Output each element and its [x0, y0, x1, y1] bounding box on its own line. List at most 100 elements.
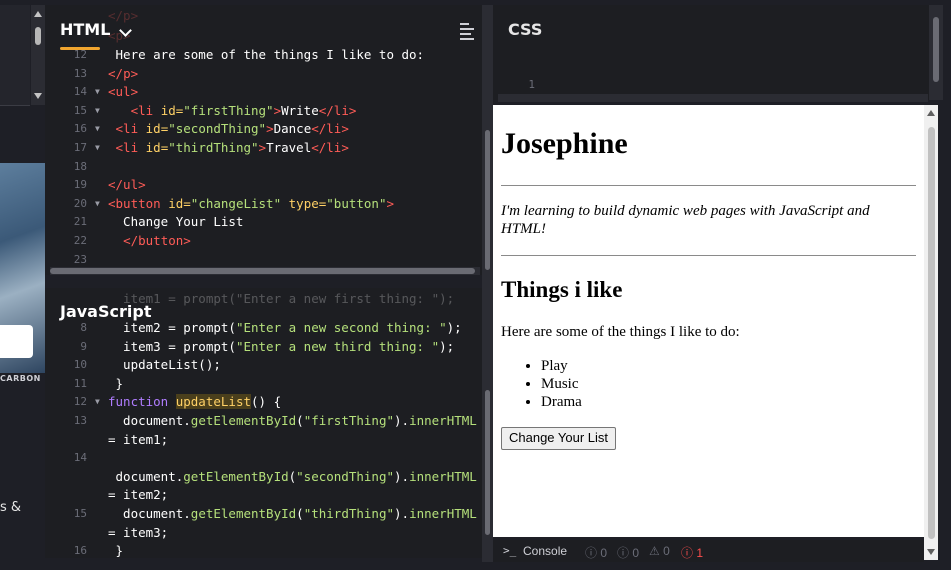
html-editor-pane[interactable]: </p> <p> HTML 12 Here are some of the th… [45, 5, 482, 275]
fold-arrow-icon[interactable]: ▼ [95, 102, 100, 120]
change-list-button[interactable]: Change Your List [501, 427, 617, 450]
preview-frame[interactable]: Josephine I'm learning to build dynamic … [493, 105, 924, 537]
code-text: document.getElementById("firstThing").in… [108, 412, 477, 430]
line-number: 10 [73, 358, 87, 372]
code-token: "firstThing" [183, 102, 274, 118]
code-token: document. [108, 468, 184, 484]
code-token: document. [108, 413, 191, 428]
scroll-thumb[interactable] [485, 130, 490, 270]
line-number: 23 [73, 252, 87, 266]
code-token: ( [296, 413, 304, 428]
faded-code-line: </p> [108, 8, 139, 23]
fold-arrow-icon[interactable]: ▼ [95, 139, 100, 157]
error-count-icon[interactable]: ⓘ 1 [681, 544, 703, 561]
line-number: 14 [73, 451, 87, 465]
css-vertical-scrollbar[interactable] [929, 5, 943, 100]
scroll-thumb[interactable] [928, 127, 935, 539]
code-token: ( [296, 506, 304, 521]
warning-count: 0 [663, 544, 670, 558]
line-number: 21 [73, 215, 87, 229]
fold-arrow-icon[interactable]: ▼ [95, 120, 100, 138]
warning-count-icon[interactable]: ⚠ 0 [649, 544, 670, 558]
divider [501, 185, 916, 186]
css-editor-pane[interactable]: CSS 1 [493, 5, 929, 102]
list-item: Play [541, 357, 582, 375]
preview-list: Play Music Drama [501, 357, 582, 411]
code-token: Travel [266, 140, 312, 155]
code-text: = item2; [108, 486, 168, 504]
scroll-thumb[interactable] [35, 27, 41, 45]
javascript-editor-pane[interactable]: item1 = prompt("Enter a new first thing:… [45, 288, 482, 558]
code-token: item3 = prompt( [108, 338, 236, 354]
console-button[interactable]: Console [523, 544, 567, 558]
scroll-thumb[interactable] [485, 390, 490, 535]
cut-off-text: s & [0, 500, 22, 515]
code-token: "firstThing" [303, 413, 394, 428]
css-pane-title[interactable]: CSS [508, 20, 542, 39]
settings-menu-icon[interactable] [460, 23, 474, 43]
line-number: 19 [73, 178, 87, 192]
code-token: Change Your List [108, 214, 244, 230]
fold-arrow-icon[interactable]: ▼ [95, 393, 100, 411]
code-token: } [108, 375, 124, 391]
html-horizontal-scrollbar[interactable] [50, 267, 480, 275]
scroll-thumb[interactable] [50, 268, 475, 274]
scroll-up-arrow-icon[interactable] [34, 11, 42, 17]
line-number: 20 [73, 196, 87, 210]
fold-arrow-icon[interactable]: ▼ [95, 195, 100, 213]
scroll-up-arrow-icon[interactable] [927, 110, 935, 116]
code-token: </button> [123, 233, 191, 248]
console-bar[interactable]: >_ Console ⓘ 0 ⓘ 0 ⚠ 0 ⓘ 1 [493, 540, 924, 562]
code-token: document. [108, 506, 191, 521]
list-item: Drama [541, 393, 582, 411]
code-token: innerHTML [409, 468, 477, 484]
carbon-ad-label[interactable]: CARBON [0, 374, 41, 383]
code-token: "secondThing" [168, 121, 267, 137]
editor-vertical-scrollbar[interactable] [482, 5, 493, 562]
divider [501, 255, 916, 256]
line-number: 15 [73, 103, 87, 117]
preview-subheading: Things i like [501, 277, 623, 302]
css-line: 1 [493, 58, 535, 91]
code-token: function [108, 394, 176, 410]
scroll-down-arrow-icon[interactable] [927, 549, 935, 555]
line-number: 12 [73, 48, 87, 61]
code-token: <li [130, 102, 161, 118]
code-text: </button> [108, 232, 191, 250]
code-token: Write [281, 102, 319, 118]
code-text: updateList(); [108, 356, 221, 374]
code-token: "Enter a new third thing: " [235, 338, 440, 354]
line-number: 8 [80, 321, 87, 334]
css-horizontal-scrollbar[interactable] [498, 94, 928, 102]
code-token: Dance [273, 121, 312, 137]
code-token: <li [115, 140, 146, 155]
code-token: <ul> [108, 84, 139, 100]
html-pane-title[interactable]: HTML [60, 20, 110, 39]
preview-paragraph: Here are some of the things I like to do… [501, 324, 740, 340]
line-number: 15 [73, 507, 87, 520]
preview-scrollbar[interactable] [924, 105, 938, 560]
code-token: > [130, 65, 139, 81]
code-token: id= [145, 121, 169, 137]
faded-code-line: item1 = prompt("Enter a new first thing:… [108, 291, 455, 306]
code-token: () { [251, 394, 282, 410]
code-token: > [273, 102, 282, 118]
code-token: item2 = prompt( [108, 320, 236, 335]
code-token: </li> [311, 121, 349, 137]
code-text: Here are some of the things I like to do… [108, 46, 425, 64]
info-count-icon[interactable]: ⓘ 0 [585, 544, 607, 561]
code-text: item2 = prompt("Enter a new second thing… [108, 319, 462, 337]
code-token: getElementById [190, 413, 297, 428]
scroll-down-arrow-icon[interactable] [34, 93, 42, 99]
code-token: ). [394, 506, 410, 521]
code-text: } [108, 542, 124, 558]
code-token: "secondThing" [296, 468, 394, 484]
left-panel-area [0, 5, 30, 106]
info-count: 0 [600, 546, 608, 560]
log-count-icon[interactable]: ⓘ 0 [617, 544, 639, 561]
scroll-thumb[interactable] [933, 17, 939, 82]
fold-arrow-icon[interactable]: ▼ [95, 83, 100, 101]
code-token: id= [145, 140, 169, 155]
left-panel-scrollbar[interactable] [31, 5, 45, 105]
